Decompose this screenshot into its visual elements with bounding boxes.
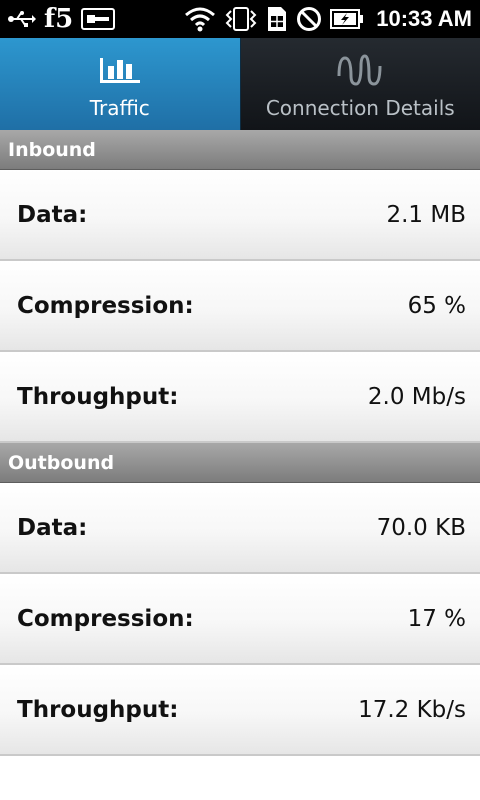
sim-icon (266, 6, 288, 32)
row-value: 2.0 Mb/s (367, 383, 466, 410)
tab-connection-details-label: Connection Details (265, 96, 455, 120)
usb-icon (8, 9, 36, 29)
tab-traffic[interactable]: Traffic (0, 38, 241, 130)
outbound-section-header: Outbound (0, 443, 480, 483)
outbound-data-row: Data: 70.0 KB (0, 483, 480, 574)
row-value: 70.0 KB (376, 514, 466, 541)
inbound-section-header: Inbound (0, 130, 480, 170)
status-bar: f5 10:33 AM (0, 0, 480, 38)
inbound-data-row: Data: 2.1 MB (0, 170, 480, 261)
status-time: 10:33 AM (376, 6, 472, 31)
row-value: 2.1 MB (386, 201, 466, 228)
row-value: 17.2 Kb/s (358, 696, 466, 723)
tab-bar: Traffic Connection Details (0, 38, 480, 130)
inbound-throughput-row: Throughput: 2.0 Mb/s (0, 352, 480, 443)
tab-connection-details[interactable]: Connection Details (240, 38, 480, 130)
wifi-icon (184, 6, 216, 32)
outbound-throughput-row: Throughput: 17.2 Kb/s (0, 665, 480, 756)
row-value: 65 % (407, 292, 466, 319)
no-signal-icon (296, 6, 322, 32)
row-label: Compression: (17, 605, 194, 632)
battery-charging-icon (330, 8, 364, 30)
row-label: Throughput: (17, 696, 179, 723)
outbound-compression-row: Compression: 17 % (0, 574, 480, 665)
connection-wave-icon (336, 52, 384, 86)
vibrate-icon (224, 6, 258, 32)
bar-chart-icon (98, 56, 142, 86)
row-label: Compression: (17, 292, 194, 319)
row-label: Data: (17, 201, 88, 228)
row-value: 17 % (407, 605, 466, 632)
inbound-compression-row: Compression: 65 % (0, 261, 480, 352)
key-icon (81, 7, 116, 31)
row-label: Throughput: (17, 383, 179, 410)
row-label: Data: (17, 514, 88, 541)
tab-traffic-label: Traffic (89, 96, 150, 120)
carrier-logo: f5 (44, 4, 74, 34)
